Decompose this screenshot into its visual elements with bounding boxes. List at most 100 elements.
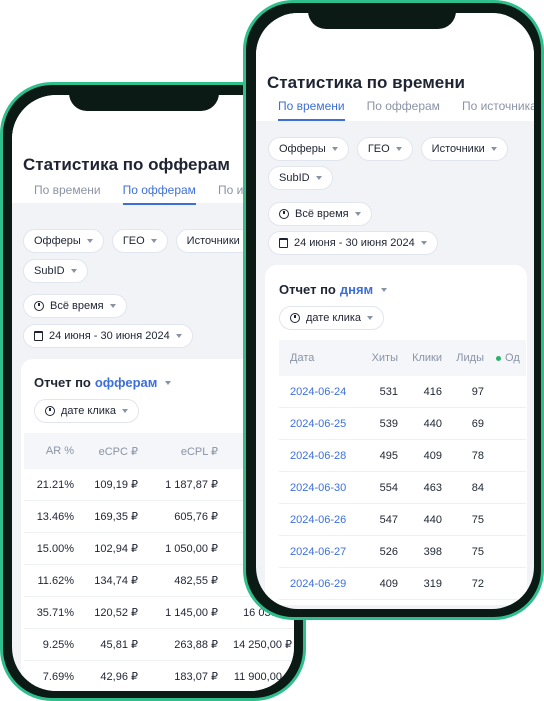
filter-subid[interactable]: SubID: [23, 259, 88, 283]
cell: 102,94 ₽: [80, 532, 144, 565]
chevron-down-icon[interactable]: [165, 380, 172, 385]
cell: 183,07 ₽: [144, 660, 224, 691]
cell: [490, 503, 526, 536]
cell: [490, 376, 526, 408]
page-title: Статистика по офферам: [23, 155, 230, 174]
table-row: 9.25% 45,81 ₽263,88 ₽14 250,00 ₽: [24, 628, 294, 661]
filter-offers[interactable]: Офферы: [268, 137, 349, 161]
date-row: 24 июня - 30 июня 2024: [23, 324, 193, 348]
date-link[interactable]: 2024-06-30: [279, 471, 362, 504]
chevron-down-icon: [315, 176, 322, 180]
report-group-link[interactable]: офферам: [95, 375, 158, 390]
table-header-row: Дата Хиты Клики Лиды Од: [279, 340, 526, 376]
period-row: Всё время: [23, 294, 127, 318]
period-select[interactable]: Всё время: [268, 202, 372, 226]
status-dot: [496, 355, 501, 361]
cell: 35.71%: [24, 596, 80, 629]
cell: 13.46%: [24, 500, 80, 533]
cell: 554: [362, 471, 404, 504]
cell: 97: [448, 376, 490, 408]
cell: 547: [362, 503, 404, 536]
filter-offers-label: Офферы: [34, 235, 81, 247]
cell: 120,52 ₽: [80, 596, 144, 629]
cell: 1 187,87 ₽: [144, 469, 224, 501]
date-link[interactable]: 2024-06-29: [279, 567, 362, 600]
chevron-down-icon: [122, 409, 129, 413]
date-range-select[interactable]: 24 июня - 30 июня 2024: [23, 324, 193, 348]
sort-select[interactable]: дате клика: [34, 399, 140, 423]
date-range-label: 24 июня - 30 июня 2024: [49, 330, 170, 342]
cell: 72: [448, 567, 490, 600]
filter-subid-label: SubID: [34, 265, 65, 277]
table-row: 2024-06-24 531 416 97: [279, 376, 526, 408]
filter-geo-label: ГЕО: [367, 143, 390, 155]
sort-row: дате клика: [279, 306, 385, 330]
tab-by-time[interactable]: По времени: [34, 183, 101, 205]
report-title: Отчет по офферам: [34, 375, 172, 390]
chevron-down-icon: [367, 316, 374, 320]
cell: 1 145,00 ₽: [144, 596, 224, 629]
filter-sources-label: Источники: [186, 235, 240, 247]
col-approved[interactable]: Од: [490, 340, 526, 376]
filter-offers[interactable]: Офферы: [23, 229, 104, 253]
cell: 440: [404, 503, 448, 536]
clock-icon: [290, 313, 300, 323]
chevron-down-icon[interactable]: [381, 287, 388, 292]
date-link[interactable]: 2024-06-24: [279, 376, 362, 408]
filter-geo[interactable]: ГЕО: [111, 229, 168, 253]
date-row: 24 июня - 30 июня 2024: [268, 231, 438, 255]
period-select[interactable]: Всё время: [23, 294, 127, 318]
col-ecpl[interactable]: eCPL ₽: [144, 433, 224, 469]
date-link[interactable]: 2024-06-27: [279, 535, 362, 568]
date-link[interactable]: 2024-06-25: [279, 407, 362, 440]
tab-by-time[interactable]: По времени: [278, 99, 345, 121]
col-ecpc[interactable]: eCPC ₽: [80, 433, 144, 469]
tabs: По времени По офферам По источникам: [278, 99, 534, 121]
cell: 263,88 ₽: [144, 628, 224, 661]
cell: 531: [362, 376, 404, 408]
tab-by-offers[interactable]: По офферам: [367, 99, 440, 121]
table-row: 2024-06-30 554 463 84: [279, 471, 526, 504]
col-date[interactable]: Дата: [279, 340, 362, 376]
tab-by-offers[interactable]: По офферам: [122, 183, 196, 205]
date-link[interactable]: 2024-06-26: [279, 503, 362, 536]
chevron-down-icon: [175, 334, 182, 338]
col-leads[interactable]: Лиды: [448, 340, 490, 376]
col-hits[interactable]: Хиты: [362, 340, 404, 376]
sort-select[interactable]: дате клика: [279, 306, 385, 330]
cell: 440: [404, 407, 448, 440]
date-link[interactable]: 2024-06-28: [279, 439, 362, 472]
filter-chips: Офферы ГЕО Источники: [268, 137, 508, 161]
filter-offers-label: Офферы: [279, 143, 326, 155]
cell: 78: [448, 439, 490, 472]
filter-sources[interactable]: Источники: [420, 137, 508, 161]
report-group-link[interactable]: дням: [340, 282, 373, 297]
chevron-down-icon: [86, 239, 93, 243]
table-row: 2024-06-29 409 319 72: [279, 567, 526, 600]
cell: 482,55 ₽: [144, 564, 224, 597]
col-ar[interactable]: AR %: [24, 433, 80, 469]
filter-subid[interactable]: SubID: [268, 166, 333, 190]
col-clicks[interactable]: Клики: [404, 340, 448, 376]
cell: 42,96 ₽: [80, 660, 144, 691]
period-label: Всё время: [295, 208, 349, 220]
calendar-icon: [34, 331, 43, 341]
cell: 169,35 ₽: [80, 500, 144, 533]
phone-notch: [308, 3, 456, 29]
filter-geo-label: ГЕО: [122, 235, 145, 247]
report-title: Отчет по дням: [279, 282, 388, 297]
cell: 84: [448, 471, 490, 504]
tab-by-sources[interactable]: По источникам: [462, 99, 534, 121]
table-row: 2024-06-27 526 398 75: [279, 535, 526, 568]
chevron-down-icon: [490, 147, 497, 151]
clock-icon: [45, 406, 55, 416]
cell: 398: [404, 535, 448, 568]
cell: 605,76 ₽: [144, 500, 224, 533]
filter-geo[interactable]: ГЕО: [356, 137, 413, 161]
cell: [490, 407, 526, 440]
cell: 7.69%: [24, 660, 80, 691]
date-range-select[interactable]: 24 июня - 30 июня 2024: [268, 231, 438, 255]
cell: 14 250,00 ₽: [224, 628, 294, 661]
filter-subid-label: SubID: [279, 172, 310, 184]
chevron-down-icon: [354, 212, 361, 216]
